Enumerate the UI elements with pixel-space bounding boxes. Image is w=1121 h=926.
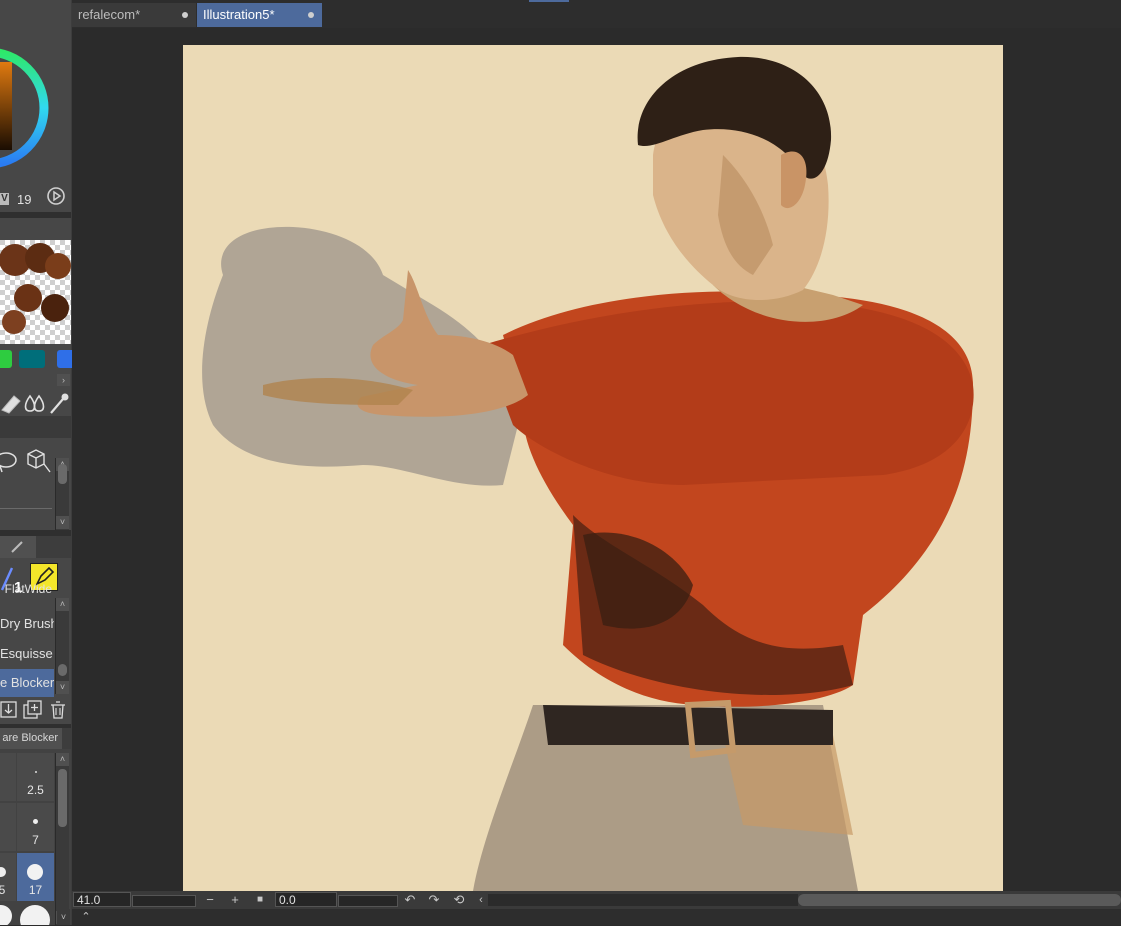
expand-up-icon[interactable]: ⌃ <box>78 908 94 926</box>
left-panel: V 19 › ˅ 1 FlatWide Dry Brush Esquisse e… <box>0 0 72 925</box>
color-swatch-teal[interactable] <box>19 350 45 368</box>
size-label: 5 <box>0 883 6 897</box>
chevron-down-icon[interactable]: ˅ <box>57 909 70 925</box>
duplicate-icon <box>23 700 42 719</box>
lasso-icon <box>0 452 17 473</box>
size-label: 7 <box>32 833 39 847</box>
size-label: 17 <box>28 883 43 897</box>
import-icon <box>0 701 17 718</box>
rotate-right-icon[interactable]: ↷ <box>426 891 442 909</box>
color-swatch-blue[interactable] <box>57 350 72 368</box>
canvas[interactable] <box>183 45 1003 891</box>
size-cell[interactable]: 7 <box>17 803 54 851</box>
size-cell[interactable]: 5 <box>0 853 16 901</box>
accent-line <box>529 0 569 2</box>
value-mode-label: V <box>0 193 9 205</box>
zoom-slider[interactable] <box>132 895 196 907</box>
reset-rotation-icon[interactable]: ⟲ <box>451 891 467 909</box>
fit-icon[interactable]: ■ <box>252 891 268 909</box>
status-bar: 41.0 − + ■ 0.0 ↶ ↷ ⟲ ‹ <box>72 891 1121 909</box>
zoom-out-icon[interactable]: − <box>202 891 218 909</box>
chevron-left-icon[interactable]: ‹ <box>473 891 489 909</box>
bottom-bar: ⌃ <box>72 909 1121 925</box>
angle-field[interactable]: 0.0 <box>275 892 337 907</box>
horizontal-scroll-thumb[interactable] <box>798 894 1121 906</box>
divider <box>0 508 52 509</box>
modified-dot-icon[interactable] <box>308 12 314 18</box>
chevron-right-icon[interactable]: › <box>57 374 70 386</box>
size-cell[interactable]: 2.5 <box>17 753 54 801</box>
divider <box>0 416 71 438</box>
modified-dot-icon[interactable] <box>182 12 188 18</box>
sub-tool-panel: ˄ ˅ <box>0 438 71 530</box>
mixing-palette[interactable] <box>0 240 71 344</box>
brush-panel-tab[interactable] <box>0 536 36 558</box>
scrollbar[interactable]: ˄ ˅ <box>55 458 69 530</box>
sub-tool-icons <box>0 449 51 473</box>
document-tab-bar: refalecom* Illustration5* <box>72 0 1121 28</box>
pen-icon <box>11 541 23 553</box>
rotate-left-icon[interactable]: ↶ <box>402 891 418 909</box>
size-cell-selected[interactable]: 17 <box>17 853 54 901</box>
size-preview[interactable] <box>20 905 50 925</box>
chevron-up-icon[interactable]: ˄ <box>56 598 69 611</box>
color-wheel-panel: V 19 <box>0 0 71 212</box>
tab-label: Illustration5* <box>203 7 275 22</box>
brush-item-dry-brush[interactable]: Dry Brush <box>0 610 54 638</box>
size-cell <box>0 753 16 801</box>
brush-item-blocker[interactable]: e Blocker <box>0 669 54 697</box>
brush-actions <box>0 700 65 719</box>
canvas-vertical-scroll[interactable] <box>1109 28 1121 891</box>
color-mixing-panel: › <box>0 218 72 390</box>
3d-cube-icon <box>27 449 51 473</box>
scroll-thumb[interactable] <box>58 769 67 827</box>
scrollbar[interactable]: ˄ ˅ <box>55 598 69 694</box>
tab-refalecom[interactable]: refalecom* <box>72 3 196 27</box>
brush-size-panel: 2.5 7 5 17 ˄ ˅ <box>0 749 71 925</box>
zoom-in-icon[interactable]: + <box>227 891 243 909</box>
scrollbar[interactable]: ˄ ˅ <box>55 753 69 925</box>
tab-illustration5[interactable]: Illustration5* <box>197 3 322 27</box>
angle-slider[interactable] <box>338 895 398 907</box>
brush-size-tab[interactable]: are Blocker <box>0 728 62 749</box>
brush-list-panel: 1 FlatWide Dry Brush Esquisse e Blocker … <box>0 558 71 724</box>
size-label: 2.5 <box>27 783 44 797</box>
trash-icon <box>51 701 65 719</box>
horizontal-scroll-track[interactable] <box>488 894 798 906</box>
value-readout: 19 <box>17 192 32 207</box>
play-icon[interactable] <box>46 186 66 206</box>
color-swatch-green[interactable] <box>0 350 12 368</box>
chevron-up-icon[interactable]: ˄ <box>56 753 69 766</box>
size-cell <box>0 803 16 851</box>
brush-item-esquisse[interactable]: Esquisse <box>0 640 54 668</box>
tool-icons-row <box>0 390 71 416</box>
chevron-down-icon[interactable]: ˅ <box>56 681 69 694</box>
tab-label: refalecom* <box>78 7 141 22</box>
chevron-down-icon[interactable]: ˅ <box>56 516 69 529</box>
scroll-thumb[interactable] <box>58 664 67 676</box>
zoom-field[interactable]: 41.0 <box>73 892 131 907</box>
size-preview[interactable] <box>0 905 12 925</box>
color-wheel[interactable] <box>0 0 71 212</box>
brush-item-flatwide[interactable]: FlatWide <box>0 582 54 596</box>
scroll-thumb[interactable] <box>58 464 67 484</box>
